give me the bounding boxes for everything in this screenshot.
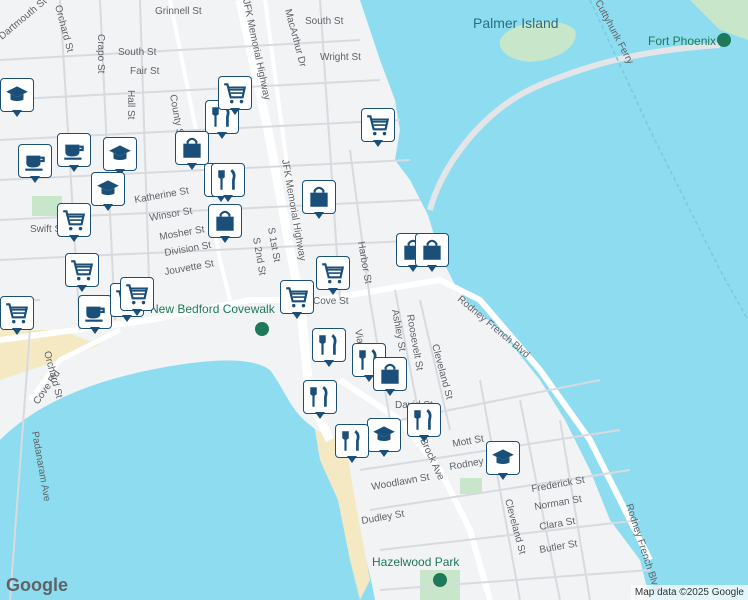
map-marker[interactable] xyxy=(367,418,401,458)
map-marker[interactable] xyxy=(120,277,154,317)
google-logo: Google xyxy=(6,575,68,595)
marker-pointer xyxy=(328,288,338,295)
map-marker[interactable] xyxy=(18,144,52,184)
marker-pointer xyxy=(77,285,87,292)
marker-pointer xyxy=(69,165,79,172)
shopping-cart-icon xyxy=(65,253,99,287)
marker-pointer xyxy=(379,450,389,457)
street-label: Hall St xyxy=(125,90,136,120)
marker-pointer xyxy=(103,204,113,211)
shopping-cart-icon xyxy=(0,296,34,330)
map-marker[interactable] xyxy=(218,76,252,116)
map-marker[interactable] xyxy=(208,204,242,244)
map-marker[interactable] xyxy=(91,172,125,212)
shopping-bag-icon xyxy=(175,131,209,165)
map-marker[interactable] xyxy=(303,380,337,420)
shopping-bag-icon xyxy=(373,357,407,391)
map-marker[interactable] xyxy=(486,441,520,481)
marker-pointer xyxy=(30,176,40,183)
school-icon xyxy=(103,137,137,171)
marker-pointer xyxy=(419,435,429,442)
map-marker[interactable] xyxy=(78,295,112,335)
restaurant-icon xyxy=(303,380,337,414)
shopping-bag-icon xyxy=(208,204,242,238)
street-label: Crapo St xyxy=(95,34,106,74)
restaurant-icon xyxy=(312,328,346,362)
school-icon xyxy=(91,172,125,206)
shopping-cart-icon xyxy=(361,108,395,142)
park-2 xyxy=(460,478,482,494)
marker-pointer xyxy=(187,163,197,170)
marker-pointer xyxy=(324,360,334,367)
marker-pointer xyxy=(315,412,325,419)
marker-pointer xyxy=(292,312,302,319)
marker-pointer xyxy=(427,265,437,272)
marker-pointer xyxy=(223,195,233,202)
shopping-bag-icon xyxy=(302,180,336,214)
marker-pointer xyxy=(385,389,395,396)
fort-phoenix-pin-icon[interactable] xyxy=(717,33,731,47)
map-marker[interactable] xyxy=(361,108,395,148)
marker-pointer xyxy=(314,212,324,219)
map-marker[interactable] xyxy=(415,233,449,273)
marker-pointer xyxy=(217,132,227,139)
map-marker[interactable] xyxy=(103,137,137,177)
map-marker[interactable] xyxy=(57,133,91,173)
shopping-bag-icon xyxy=(415,233,449,267)
map-marker[interactable] xyxy=(312,328,346,368)
restaurant-icon xyxy=(335,424,369,458)
coffee-icon xyxy=(78,295,112,329)
marker-pointer xyxy=(498,473,508,480)
school-icon xyxy=(486,441,520,475)
shopping-cart-icon xyxy=(316,256,350,290)
marker-pointer xyxy=(347,456,357,463)
marker-pointer xyxy=(69,235,79,242)
street-label: Fair St xyxy=(130,66,160,77)
school-icon xyxy=(0,78,34,112)
shopping-cart-icon xyxy=(120,277,154,311)
map-marker[interactable] xyxy=(0,78,34,118)
marker-pointer xyxy=(90,327,100,334)
map-marker[interactable] xyxy=(280,280,314,320)
map-marker[interactable] xyxy=(373,357,407,397)
map-marker[interactable] xyxy=(211,163,245,203)
marker-pointer xyxy=(12,328,22,335)
marker-pointer xyxy=(230,108,240,115)
marker-pointer xyxy=(373,140,383,147)
restaurant-icon xyxy=(407,403,441,437)
fort-phoenix-label[interactable]: Fort Phoenix xyxy=(648,34,716,48)
shopping-cart-icon xyxy=(57,203,91,237)
map-marker[interactable] xyxy=(57,203,91,243)
map-marker[interactable] xyxy=(407,403,441,443)
marker-pointer xyxy=(220,236,230,243)
map-marker[interactable] xyxy=(302,180,336,220)
map-marker[interactable] xyxy=(0,296,34,336)
restaurant-icon xyxy=(211,163,245,197)
school-icon xyxy=(367,418,401,452)
marker-pointer xyxy=(12,110,22,117)
hazelwood-park-pin-icon[interactable] xyxy=(433,573,447,587)
street-label: South St xyxy=(305,16,344,27)
attribution[interactable]: Map data ©2025 Google xyxy=(630,585,748,600)
street-label: South St xyxy=(118,47,157,58)
street-label: Cove St xyxy=(313,296,349,307)
street-label: Wright St xyxy=(320,52,361,63)
map-marker[interactable] xyxy=(65,253,99,293)
map-marker[interactable] xyxy=(335,424,369,464)
marker-pointer xyxy=(132,309,142,316)
covewalk-pin-icon[interactable] xyxy=(255,322,269,336)
hazelwood-park-label[interactable]: Hazelwood Park xyxy=(372,555,460,569)
covewalk-label[interactable]: New Bedford Covewalk xyxy=(150,302,276,316)
map-marker[interactable] xyxy=(316,256,350,296)
shopping-cart-icon xyxy=(280,280,314,314)
coffee-icon xyxy=(18,144,52,178)
street-label: Grinnell St xyxy=(155,6,202,17)
shopping-cart-icon xyxy=(218,76,252,110)
coffee-icon xyxy=(57,133,91,167)
palmer-island-label: Palmer Island xyxy=(473,15,559,31)
